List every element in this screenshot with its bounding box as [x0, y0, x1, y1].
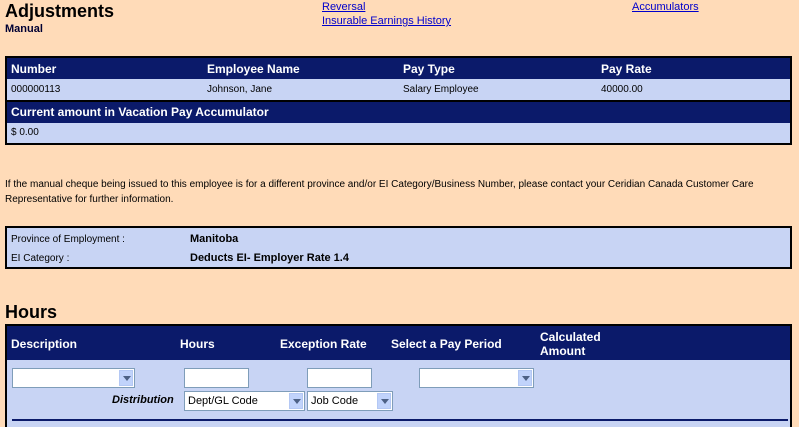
reversal-link[interactable]: Reversal: [322, 1, 365, 13]
employee-table-header: Number Employee Name Pay Type Pay Rate: [7, 58, 790, 79]
province-panel: Province of Employment : Manitoba EI Cat…: [5, 226, 792, 269]
column-header-hours: Hours: [180, 337, 215, 351]
hours-divider: [12, 419, 788, 421]
pay-period-select[interactable]: [419, 368, 534, 388]
job-code-select[interactable]: Job Code: [307, 391, 393, 411]
page-title: Adjustments: [5, 1, 115, 21]
column-header-pay-type: Pay Type: [403, 62, 455, 76]
hours-section-title: Hours: [5, 302, 58, 322]
chevron-down-icon[interactable]: [518, 370, 532, 386]
accumulator-header: Current amount in Vacation Pay Accumulat…: [7, 100, 790, 123]
hours-panel: Description Hours Exception Rate Select …: [5, 324, 792, 427]
province-label: Province of Employment :: [11, 234, 125, 245]
table-row: 000000113 Johnson, Jane Salary Employee …: [7, 79, 790, 100]
chevron-down-icon[interactable]: [119, 370, 133, 386]
pay-rate: 40000.00: [601, 84, 643, 95]
description-select[interactable]: [12, 368, 135, 388]
pay-type: Salary Employee: [403, 84, 479, 95]
accumulator-header-label: Current amount in Vacation Pay Accumulat…: [11, 105, 269, 119]
province-value: Manitoba: [190, 233, 239, 245]
dept-gl-code-select[interactable]: Dept/GL Code: [184, 391, 305, 411]
exception-rate-input[interactable]: [307, 368, 372, 388]
dept-gl-code-select-value: Dept/GL Code: [188, 395, 258, 407]
hours-input[interactable]: [184, 368, 249, 388]
column-header-exception-rate: Exception Rate: [280, 337, 367, 351]
column-header-number: Number: [11, 62, 57, 76]
chevron-down-icon[interactable]: [377, 393, 391, 409]
accumulator-value: $ 0.00: [11, 127, 39, 138]
employee-name: Johnson, Jane: [207, 84, 273, 95]
ei-category-label: EI Category :: [11, 253, 70, 264]
insurable-earnings-history-link[interactable]: Insurable Earnings History: [322, 15, 451, 27]
column-header-pay-rate: Pay Rate: [601, 62, 652, 76]
column-header-employee-name: Employee Name: [207, 62, 300, 76]
column-header-calculated-amount: Calculated Amount: [540, 330, 601, 358]
ei-category-value: Deducts EI- Employer Rate 1.4: [190, 252, 349, 264]
employee-number: 000000113: [11, 84, 61, 95]
accumulators-link[interactable]: Accumulators: [632, 1, 699, 13]
hours-table-header: Description Hours Exception Rate Select …: [7, 326, 790, 360]
employee-panel: Number Employee Name Pay Type Pay Rate 0…: [5, 56, 792, 145]
column-header-pay-period: Select a Pay Period: [391, 337, 502, 351]
column-header-description: Description: [11, 337, 78, 351]
accumulator-row: $ 0.00: [7, 123, 790, 143]
job-code-select-value: Job Code: [311, 395, 359, 407]
distribution-label: Distribution: [112, 394, 174, 406]
info-text: If the manual cheque being issued to thi…: [5, 179, 754, 205]
chevron-down-icon[interactable]: [289, 393, 303, 409]
page-subtitle: Manual: [5, 23, 43, 35]
